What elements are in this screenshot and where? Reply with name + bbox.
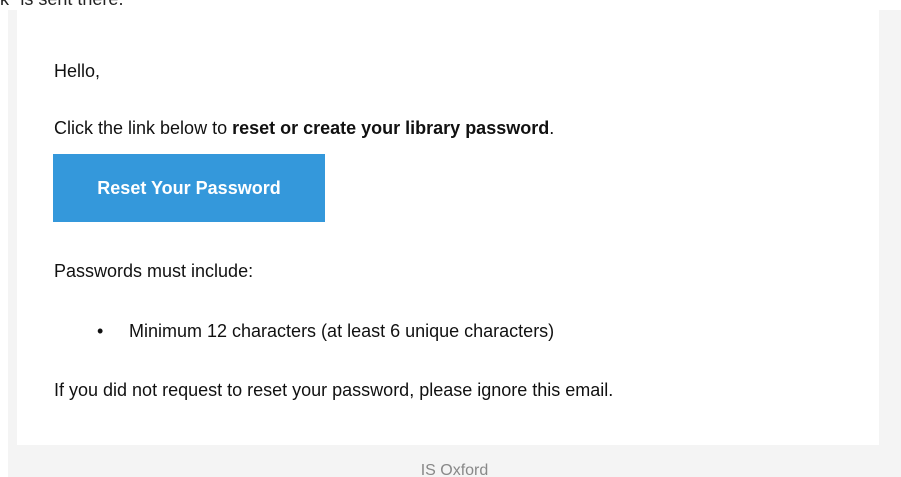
greeting-text: Hello,	[54, 61, 101, 81]
email-card: Hello, Click the link below to reset or …	[17, 10, 879, 445]
intro-prefix: Click the link below to	[54, 118, 233, 138]
email-view: k" is sent there. Hello, Click the link …	[0, 0, 901, 477]
email-frame: Hello, Click the link below to reset or …	[8, 10, 901, 477]
header-fragment-text: k" is sent there.	[0, 0, 123, 10]
footer-text: IS Oxford	[420, 462, 489, 477]
reset-password-button[interactable]: Reset Your Password	[53, 154, 325, 222]
list-item: • Minimum 12 characters (at least 6 uniq…	[97, 320, 554, 342]
bullet-icon: •	[97, 321, 104, 341]
requirement-text: Minimum 12 characters (at least 6 unique…	[129, 321, 555, 341]
requirements-heading: Passwords must include:	[54, 261, 254, 281]
intro-suffix: .	[549, 118, 555, 138]
closing-text: If you did not request to reset your pas…	[54, 380, 614, 400]
intro-bold: reset or create your library password	[232, 118, 550, 138]
requirements-list: • Minimum 12 characters (at least 6 uniq…	[97, 320, 554, 342]
intro-text: Click the link below to reset or create …	[54, 117, 554, 139]
